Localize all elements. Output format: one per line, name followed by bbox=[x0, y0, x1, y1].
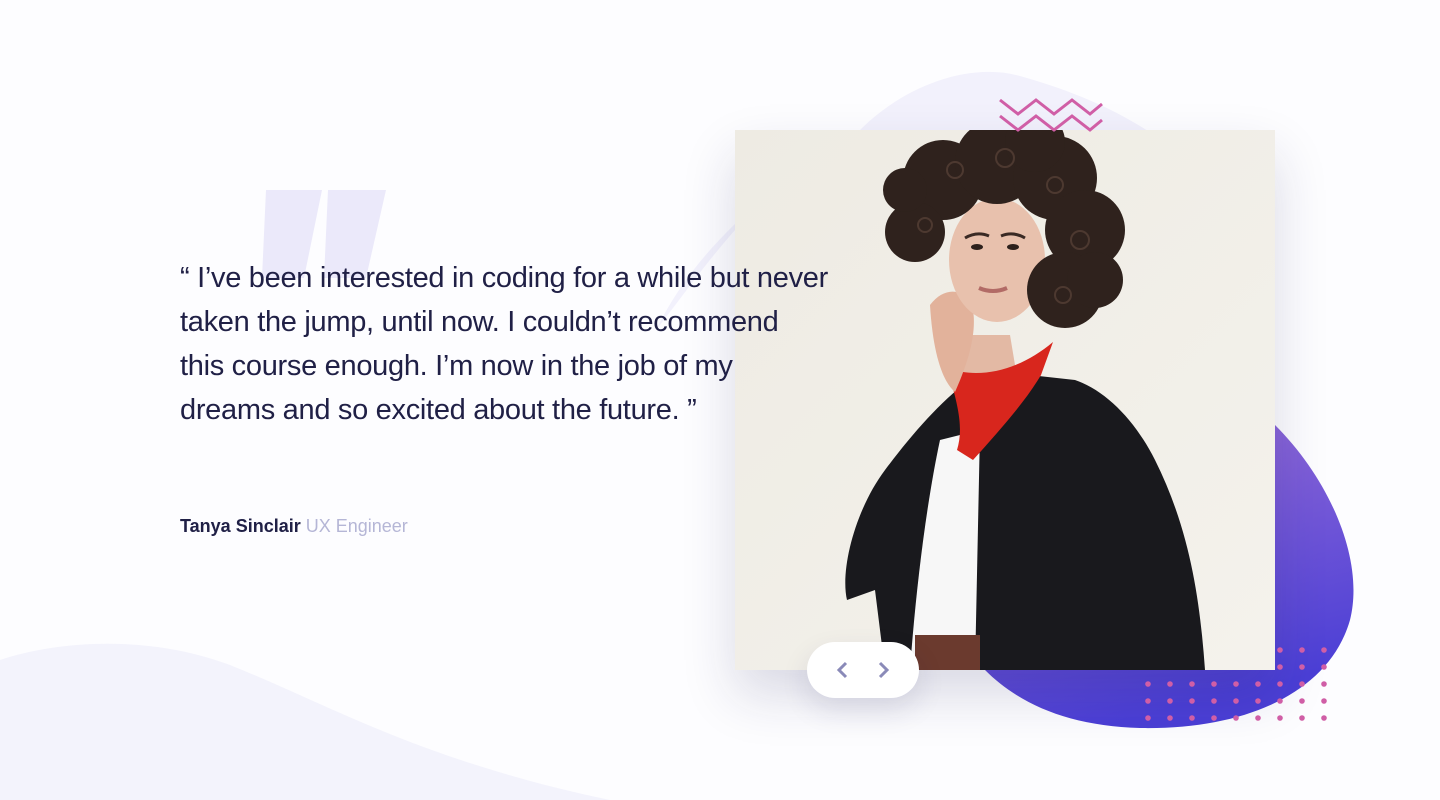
dot bbox=[1299, 664, 1305, 670]
dot bbox=[1255, 681, 1261, 687]
testimonial-quote: “ I’ve been interested in coding for a w… bbox=[180, 262, 828, 426]
dot bbox=[1167, 681, 1173, 687]
dot bbox=[1211, 681, 1217, 687]
dot bbox=[1233, 715, 1239, 721]
dot bbox=[1277, 715, 1283, 721]
testimonial-author: Tanya Sinclair UX Engineer bbox=[180, 514, 408, 538]
author-name: Tanya Sinclair bbox=[180, 516, 301, 536]
dot bbox=[1277, 698, 1283, 704]
dot bbox=[1299, 647, 1305, 653]
dot bbox=[1255, 698, 1261, 704]
dot bbox=[1145, 681, 1151, 687]
dot bbox=[1299, 698, 1305, 704]
dot bbox=[1321, 715, 1327, 721]
dot bbox=[1189, 698, 1195, 704]
dot bbox=[1145, 698, 1151, 704]
dot bbox=[1321, 664, 1327, 670]
prev-button[interactable] bbox=[824, 652, 860, 688]
dot bbox=[1211, 715, 1217, 721]
dot bbox=[1299, 715, 1305, 721]
dot bbox=[1233, 698, 1239, 704]
dot bbox=[1145, 715, 1151, 721]
dot bbox=[1189, 681, 1195, 687]
dot bbox=[1211, 698, 1217, 704]
dot bbox=[1321, 647, 1327, 653]
dot bbox=[1277, 647, 1283, 653]
dot bbox=[1189, 715, 1195, 721]
dot bbox=[1233, 681, 1239, 687]
dot bbox=[1167, 715, 1173, 721]
slider-navigation bbox=[807, 642, 919, 698]
dot bbox=[1277, 664, 1283, 670]
dot bbox=[1167, 698, 1173, 704]
next-button[interactable] bbox=[866, 652, 902, 688]
zigzag-decoration bbox=[999, 98, 1103, 132]
dot bbox=[1321, 698, 1327, 704]
dot bbox=[1255, 715, 1261, 721]
dots-decoration bbox=[1145, 647, 1327, 721]
chevron-left-icon bbox=[836, 661, 848, 679]
dot bbox=[1277, 681, 1283, 687]
dot bbox=[1321, 681, 1327, 687]
author-role: UX Engineer bbox=[305, 516, 408, 536]
dot bbox=[1299, 681, 1305, 687]
bottom-wave-shape bbox=[0, 643, 610, 800]
chevron-right-icon bbox=[878, 661, 890, 679]
